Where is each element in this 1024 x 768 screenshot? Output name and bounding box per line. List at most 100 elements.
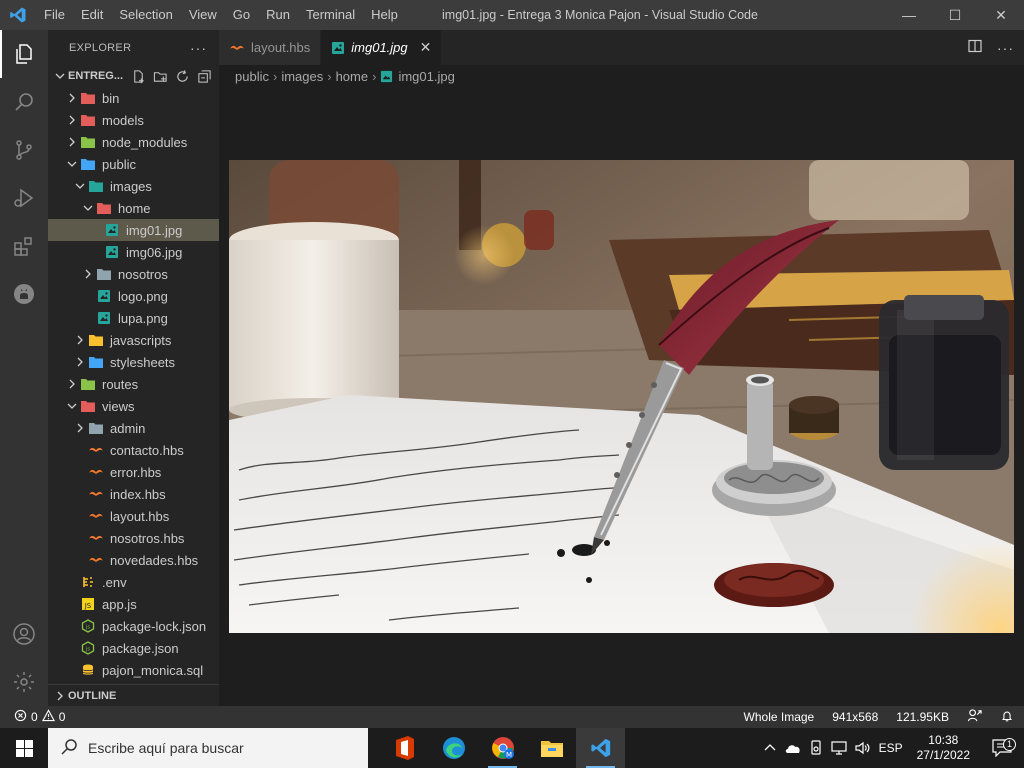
image-size: 121.95KB bbox=[896, 710, 949, 724]
tree-item-label: .env bbox=[102, 574, 127, 590]
vscode-app-icon[interactable] bbox=[576, 728, 625, 768]
menu-go[interactable]: Go bbox=[225, 0, 258, 30]
zoom-status[interactable]: Whole Image bbox=[744, 710, 815, 724]
breadcrumb-item[interactable]: images bbox=[281, 69, 323, 84]
tree-item-label: nosotros bbox=[118, 266, 168, 282]
tree-item-label: public bbox=[102, 156, 136, 172]
menu-selection[interactable]: Selection bbox=[111, 0, 180, 30]
network-icon[interactable] bbox=[827, 741, 851, 755]
tab-layout-hbs[interactable]: layout.hbs bbox=[219, 30, 322, 65]
chevron-right-icon bbox=[72, 357, 88, 367]
explorer-sidebar: EXPLORER ··· ENTREG... bin models node_mod… bbox=[48, 30, 219, 706]
maximize-button[interactable]: ☐ bbox=[932, 0, 978, 30]
outline-title: OUTLINE bbox=[68, 689, 117, 702]
extensions-icon[interactable] bbox=[0, 222, 48, 270]
env-file-icon bbox=[80, 574, 96, 590]
tree-file[interactable]: img01.jpg bbox=[48, 219, 219, 241]
account-icon[interactable] bbox=[0, 610, 48, 658]
tree-folder[interactable]: routes bbox=[48, 373, 219, 395]
breadcrumb-item[interactable]: public bbox=[235, 69, 269, 84]
close-tab-button[interactable]: ✕ bbox=[420, 39, 432, 56]
tree-folder[interactable]: admin bbox=[48, 417, 219, 439]
new-file-icon[interactable] bbox=[130, 68, 146, 84]
onedrive-icon[interactable] bbox=[781, 742, 805, 754]
search-icon[interactable] bbox=[0, 78, 48, 126]
tree-folder[interactable]: javascripts bbox=[48, 329, 219, 351]
run-debug-icon[interactable] bbox=[0, 174, 48, 222]
source-control-icon[interactable] bbox=[0, 126, 48, 174]
windows-start-button[interactable] bbox=[0, 728, 48, 768]
menu-terminal[interactable]: Terminal bbox=[298, 0, 363, 30]
breadcrumb-item[interactable]: home bbox=[336, 69, 369, 84]
tree-folder[interactable]: bin bbox=[48, 87, 219, 109]
problems-indicator[interactable]: 0 0 bbox=[0, 709, 65, 725]
breadcrumb-item[interactable]: img01.jpg bbox=[398, 69, 454, 84]
tree-file[interactable]: logo.png bbox=[48, 285, 219, 307]
explorer-icon[interactable] bbox=[0, 30, 48, 78]
tree-folder[interactable]: node_modules bbox=[48, 131, 219, 153]
folder-icon bbox=[80, 376, 96, 392]
chevron-down-icon bbox=[80, 203, 96, 213]
chrome-app-icon[interactable]: M bbox=[478, 728, 527, 768]
minimize-button[interactable]: — bbox=[886, 0, 932, 30]
menu-run[interactable]: Run bbox=[258, 0, 298, 30]
file-explorer-app-icon[interactable] bbox=[527, 728, 576, 768]
office-app-icon[interactable] bbox=[380, 728, 429, 768]
tree-file[interactable]: img06.jpg bbox=[48, 241, 219, 263]
tree-item-label: img06.jpg bbox=[126, 244, 183, 260]
collapse-all-icon[interactable] bbox=[196, 68, 212, 84]
outline-section-header[interactable]: OUTLINE bbox=[48, 684, 219, 706]
split-editor-icon[interactable] bbox=[967, 38, 983, 57]
notifications-bell-icon[interactable] bbox=[1000, 709, 1014, 726]
search-icon bbox=[60, 738, 78, 759]
tree-file[interactable]: nosotros.hbs bbox=[48, 527, 219, 549]
tree-file[interactable]: layout.hbs bbox=[48, 505, 219, 527]
tree-file[interactable]: js package.json bbox=[48, 637, 219, 659]
settings-gear-icon[interactable] bbox=[0, 658, 48, 706]
menu-view[interactable]: View bbox=[181, 0, 225, 30]
taskbar-search-box[interactable]: Escribe aquí para buscar bbox=[48, 728, 368, 768]
workspace-section-header[interactable]: ENTREG... bbox=[48, 65, 219, 87]
tree-file[interactable]: novedades.hbs bbox=[48, 549, 219, 571]
refresh-icon[interactable] bbox=[174, 68, 190, 84]
more-actions-icon[interactable]: ··· bbox=[997, 40, 1014, 56]
tree-file[interactable]: js package-lock.json bbox=[48, 615, 219, 637]
tree-item-label: logo.png bbox=[118, 288, 168, 304]
tree-file[interactable]: contacto.hbs bbox=[48, 439, 219, 461]
tree-file[interactable]: error.hbs bbox=[48, 461, 219, 483]
chevron-up-icon[interactable] bbox=[759, 741, 781, 755]
tree-file[interactable]: index.hbs bbox=[48, 483, 219, 505]
github-icon[interactable] bbox=[0, 270, 48, 318]
tree-file[interactable]: lupa.png bbox=[48, 307, 219, 329]
tree-folder[interactable]: home bbox=[48, 197, 219, 219]
clock[interactable]: 10:38 27/1/2022 bbox=[907, 733, 980, 763]
tree-folder[interactable]: views bbox=[48, 395, 219, 417]
edge-app-icon[interactable] bbox=[429, 728, 478, 768]
close-window-button[interactable]: ✕ bbox=[978, 0, 1024, 30]
device-icon[interactable] bbox=[805, 740, 827, 756]
folder-icon bbox=[80, 398, 96, 414]
tree-folder[interactable]: public bbox=[48, 153, 219, 175]
new-folder-icon[interactable] bbox=[152, 68, 168, 84]
tree-file[interactable]: JS app.js bbox=[48, 593, 219, 615]
notification-center-icon[interactable]: 1 bbox=[980, 738, 1024, 757]
tab-img01-jpg[interactable]: img01.jpg ✕ bbox=[321, 30, 443, 65]
feedback-icon[interactable] bbox=[967, 708, 982, 726]
tree-file[interactable]: pajon_monica.sql bbox=[48, 659, 219, 681]
more-actions-button[interactable]: ··· bbox=[190, 40, 207, 56]
tree-folder[interactable]: models bbox=[48, 109, 219, 131]
tree-item-label: lupa.png bbox=[118, 310, 168, 326]
menu-edit[interactable]: Edit bbox=[73, 0, 111, 30]
chevron-right-icon: › bbox=[372, 68, 377, 84]
tree-file[interactable]: .env bbox=[48, 571, 219, 593]
tree-folder[interactable]: nosotros bbox=[48, 263, 219, 285]
tree-item-label: pajon_monica.sql bbox=[102, 662, 204, 678]
chevron-right-icon bbox=[72, 335, 88, 345]
tree-folder[interactable]: stylesheets bbox=[48, 351, 219, 373]
menu-file[interactable]: File bbox=[36, 0, 73, 30]
tree-item-label: package-lock.json bbox=[102, 618, 207, 634]
input-language[interactable]: ESP bbox=[875, 741, 907, 755]
tree-folder[interactable]: images bbox=[48, 175, 219, 197]
volume-icon[interactable] bbox=[851, 741, 875, 755]
folder-icon bbox=[88, 178, 104, 194]
